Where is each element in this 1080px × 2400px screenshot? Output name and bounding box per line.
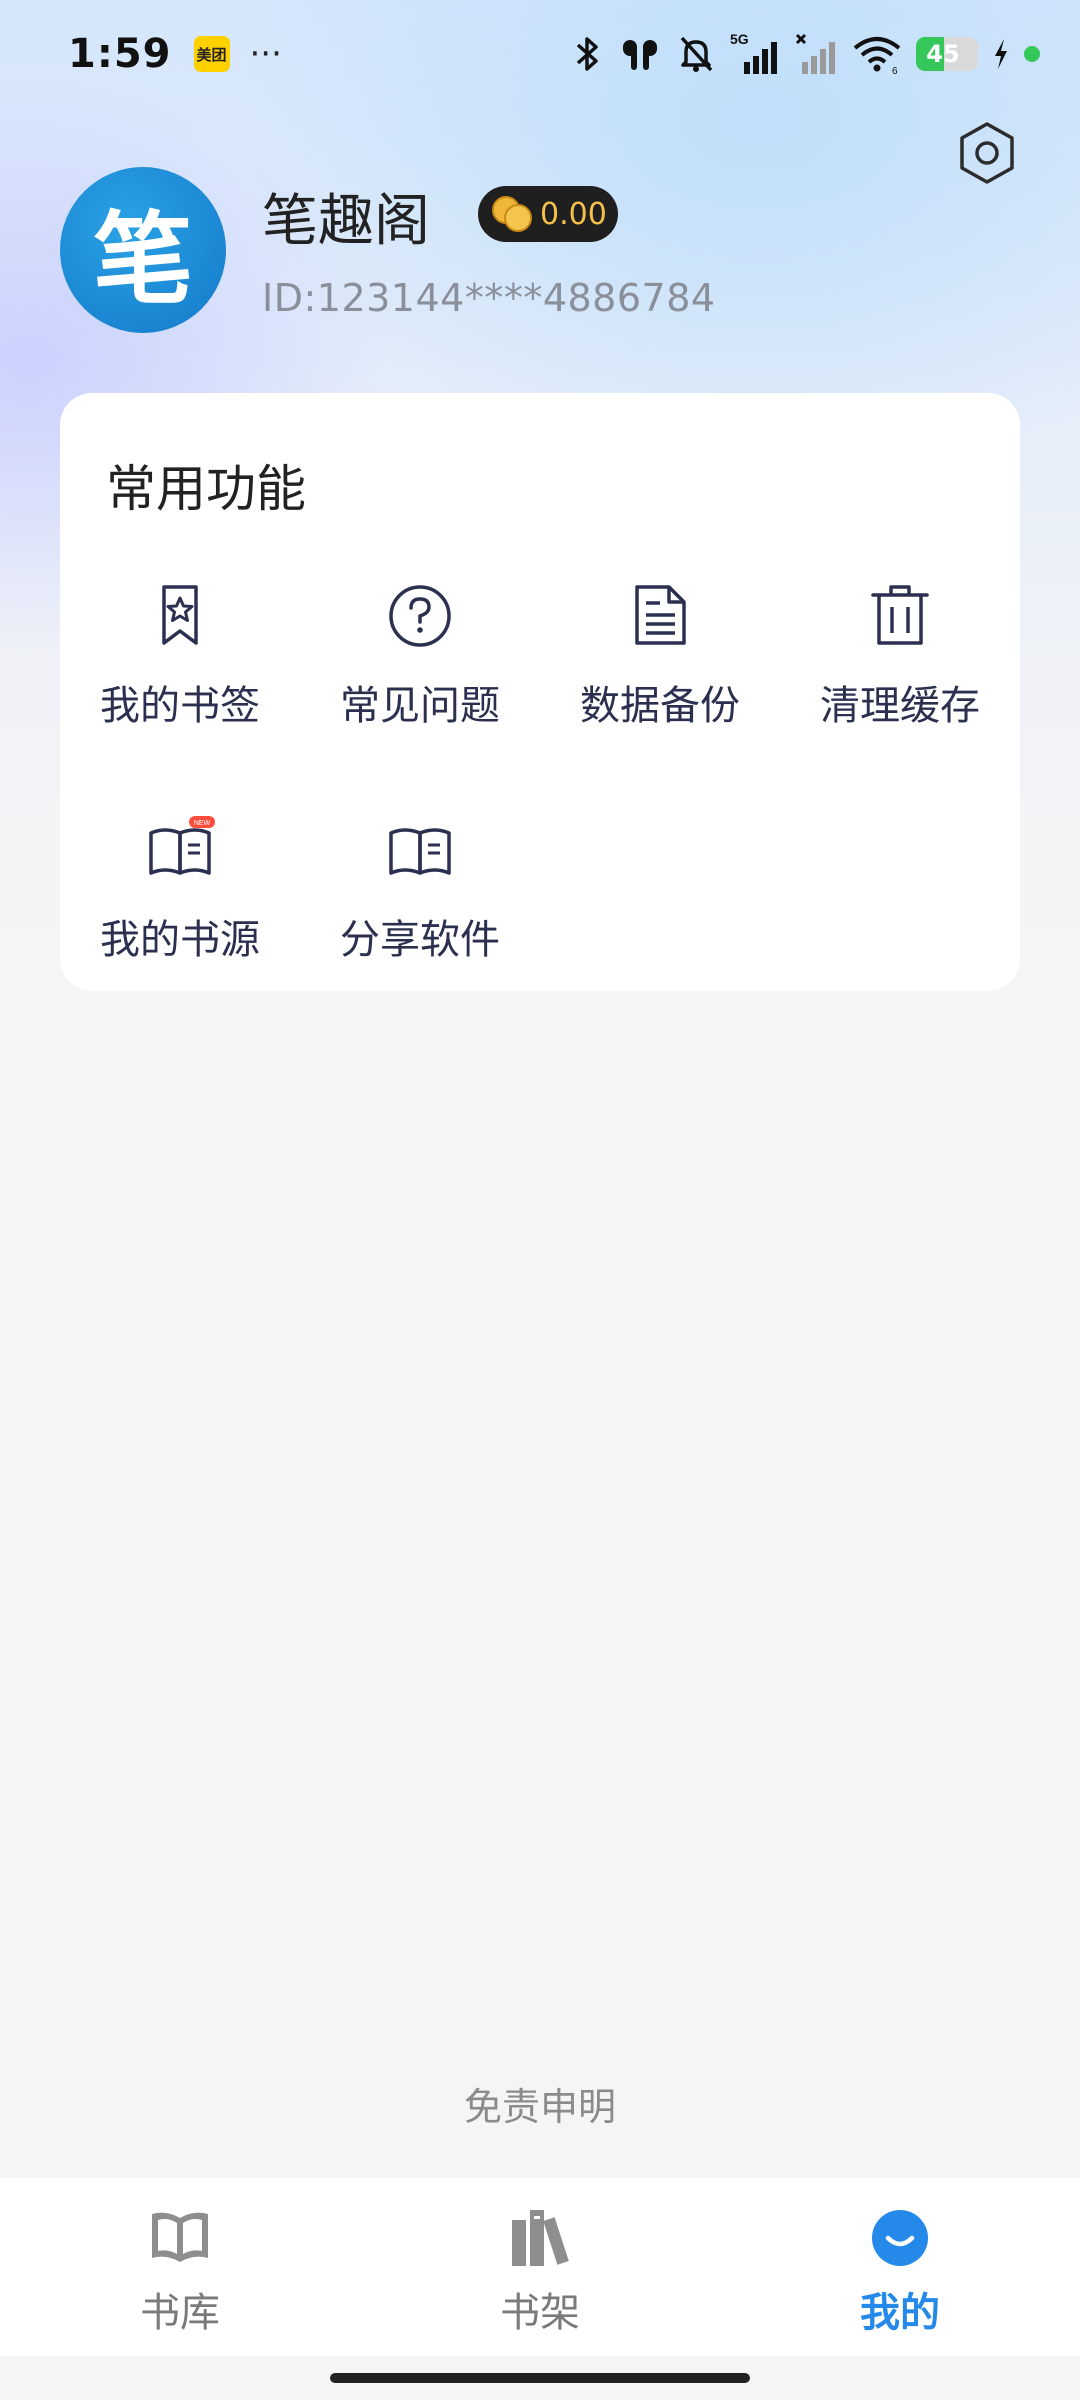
status-bar: 1:59 美团 ··· 5G 6 45 <box>0 0 1080 108</box>
nav-tab-library[interactable]: 书库 <box>60 2178 300 2356</box>
nav-label: 书库 <box>140 2290 220 2336</box>
trash-icon <box>871 585 929 645</box>
avatar[interactable]: 笔 <box>60 167 226 333</box>
common-functions-card: 常用功能 我的书签 常见问题 数据备份 清理缓存 NEW 我的书源 分享软件 <box>60 393 1020 991</box>
function-faq[interactable]: 常见问题 <box>300 579 540 759</box>
bookmark-star-icon <box>162 585 198 645</box>
wifi-icon: 6 <box>853 37 901 74</box>
function-my-book-sources[interactable]: NEW 我的书源 <box>60 813 300 993</box>
book-source-icon: NEW <box>149 816 215 875</box>
document-icon <box>635 585 686 645</box>
svg-text:5G: 5G <box>730 32 749 47</box>
hexagon-settings-icon[interactable] <box>954 120 1020 186</box>
more-notifications-icon: ··· <box>249 34 282 74</box>
privacy-indicator-dot <box>1024 46 1040 62</box>
open-book-icon <box>389 828 451 875</box>
battery-icon: 45 <box>916 37 978 71</box>
profile-smile-icon <box>872 2210 928 2266</box>
disclaimer-link[interactable]: 免责申明 <box>0 2076 1080 2131</box>
bottom-nav: 书库 书架 我的 <box>0 2178 1080 2356</box>
nav-label: 我的 <box>860 2290 940 2336</box>
username: 笔趣阁 <box>262 189 430 254</box>
function-label: 常见问题 <box>340 683 500 729</box>
function-label: 我的书源 <box>100 917 260 963</box>
function-label: 分享软件 <box>340 917 500 963</box>
svg-text:NEW: NEW <box>194 820 211 827</box>
question-circle-icon <box>389 585 451 647</box>
bookshelf-icon <box>512 2210 569 2266</box>
book-library-icon <box>152 2212 208 2262</box>
battery-level: 45 <box>926 40 960 68</box>
card-title: 常用功能 <box>106 460 306 518</box>
user-id: ID:123144****4886784 <box>262 276 716 320</box>
function-share-app[interactable]: 分享软件 <box>300 813 540 993</box>
coins-icon <box>488 194 536 234</box>
meituan-notification-icon: 美团 <box>193 36 230 72</box>
earbuds-icon <box>623 40 657 70</box>
avatar-character: 笔 <box>93 199 193 318</box>
function-label: 我的书签 <box>100 683 260 729</box>
home-indicator[interactable] <box>330 2373 750 2383</box>
svg-text:6: 6 <box>892 66 898 74</box>
nav-tab-mine[interactable]: 我的 <box>780 2178 1020 2356</box>
function-data-backup[interactable]: 数据备份 <box>540 579 780 759</box>
function-label: 清理缓存 <box>820 683 980 729</box>
bluetooth-icon <box>576 37 598 71</box>
function-clear-cache[interactable]: 清理缓存 <box>780 579 1020 759</box>
nav-label: 书架 <box>500 2290 580 2336</box>
charging-icon <box>995 39 1007 69</box>
nav-tab-bookshelf[interactable]: 书架 <box>420 2178 660 2356</box>
coin-balance-badge[interactable]: 0.00 <box>478 186 618 242</box>
function-my-bookmarks[interactable]: 我的书签 <box>60 579 300 759</box>
signal-off-icon <box>795 33 835 74</box>
status-time: 1:59 <box>68 31 172 77</box>
signal-5g-icon: 5G <box>730 32 777 74</box>
function-label: 数据备份 <box>580 683 740 729</box>
coin-balance-value: 0.00 <box>540 196 607 232</box>
mute-icon <box>680 36 713 72</box>
